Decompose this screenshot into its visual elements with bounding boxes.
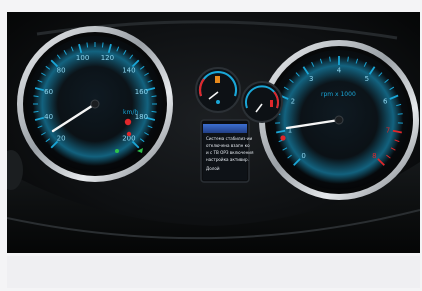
tachometer-tick-label: 6 [383, 97, 388, 105]
tach-unit-label: rpm x 1000 [321, 91, 356, 98]
speedometer-tick-label: 60 [44, 88, 53, 96]
display-line-5: Долой [206, 166, 220, 171]
display-line-4: настройка активир. [206, 157, 249, 162]
caption-bar [7, 256, 420, 288]
tachometer-tick-label: 7 [386, 126, 390, 134]
speed-unit-label: km/h [123, 109, 138, 116]
speedometer-tick [151, 110, 157, 113]
tachometer: 012345678 rpm x 1000 [259, 40, 419, 200]
engine-warning-icon [280, 135, 286, 141]
tachometer-tick-label: 4 [337, 67, 342, 75]
temperature-gauge [241, 81, 283, 123]
display-line-3: и с ТВ ОРЗ включения [206, 150, 254, 155]
speedometer-tick [33, 95, 39, 98]
speedometer-tick-label: 80 [57, 67, 66, 75]
speedometer-tick [101, 42, 104, 48]
speedometer-tick-label: 120 [101, 54, 114, 62]
warning-light-icon [124, 118, 132, 126]
tachometer-tick [397, 113, 403, 115]
tachometer-tick [347, 56, 349, 62]
display-line-1: Система стабилиз-ии [206, 136, 252, 141]
speedometer-tick-label: 40 [44, 113, 53, 121]
tachometer-tick-label: 0 [301, 152, 305, 160]
tachometer-tick [329, 56, 331, 62]
speedometer-tick-label: 20 [57, 134, 66, 142]
tachometer-tick-label: 8 [372, 152, 376, 160]
speedometer-tick-label: 100 [76, 54, 89, 62]
speedometer-tick [33, 110, 39, 113]
headlight-indicator-icon [115, 149, 119, 153]
speedometer-tick [151, 95, 157, 98]
speedometer-tick-label: 160 [135, 88, 148, 96]
speedometer-tick-label: 140 [122, 67, 135, 75]
thermometer-icon [270, 100, 273, 107]
speedometer: 20406080100 120140160180200 km/h [17, 26, 173, 182]
fuel-gauge [195, 67, 241, 113]
tachometer-tick-label: 5 [365, 75, 369, 83]
center-info-display: Система стабилиз-ии отключена взапн ко и… [200, 119, 254, 183]
tachometer-tick-label: 2 [291, 97, 295, 105]
tachometer-tick-label: 3 [309, 75, 313, 83]
brake-warning-icon [126, 131, 132, 137]
fuel-pump-icon [215, 76, 220, 83]
display-header-bar [203, 124, 247, 133]
speedometer-tick [86, 42, 89, 48]
dashboard-photo: 20 40 60 80 100 120 140 160 180 200 km/h 01234567… [7, 12, 420, 253]
display-line-2: отключена взапн ко [206, 143, 250, 148]
